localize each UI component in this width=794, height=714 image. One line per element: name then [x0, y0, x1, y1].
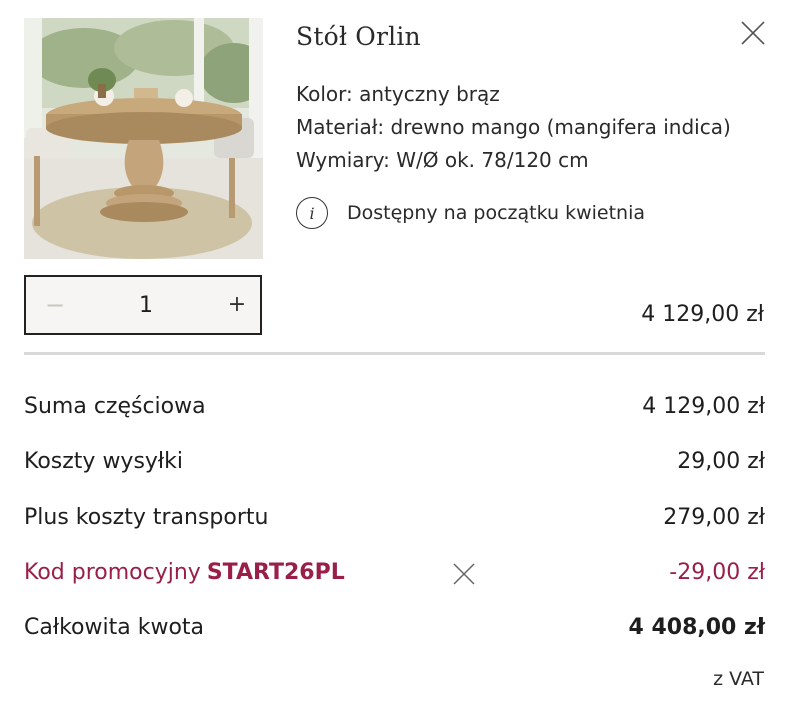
availability-notice: i Dostępny na początku kwietnia — [296, 196, 645, 230]
subtotal-row: Suma częściowa 4 129,00 zł — [24, 394, 765, 426]
shipping-row: Koszty wysyłki 29,00 zł — [24, 449, 765, 481]
line-item-price: 4 129,00 zł — [641, 302, 764, 327]
info-icon: i — [296, 197, 328, 229]
close-icon[interactable] — [738, 18, 768, 48]
product-title[interactable]: Stół Orlin — [296, 22, 421, 51]
table-photo-icon — [24, 18, 263, 259]
promo-label: Kod promocyjny START26PL — [24, 560, 345, 585]
subtotal-label: Suma częściowa — [24, 394, 206, 419]
subtotal-value: 4 129,00 zł — [642, 394, 765, 419]
availability-text: Dostępny na początku kwietnia — [347, 202, 646, 224]
divider — [24, 352, 765, 355]
shipping-label: Koszty wysyłki — [24, 449, 184, 474]
increase-quantity-button[interactable]: + — [222, 290, 252, 320]
total-value: 4 408,00 zł — [628, 615, 766, 640]
remove-promo-icon[interactable] — [450, 560, 478, 588]
product-image — [24, 18, 263, 259]
promo-value: -29,00 zł — [669, 560, 765, 585]
quantity-input[interactable] — [116, 289, 176, 321]
promo-row: Kod promocyjny START26PL -29,00 zł — [24, 560, 765, 592]
promo-code: START26PL — [206, 560, 345, 585]
transport-value: 279,00 zł — [663, 505, 765, 530]
vat-note: z VAT — [713, 668, 764, 690]
product-color: Kolor: antyczny brąz — [296, 82, 500, 106]
total-row: Całkowita kwota 4 408,00 zł — [24, 615, 765, 647]
total-label: Całkowita kwota — [24, 615, 205, 640]
transport-label: Plus koszty transportu — [24, 505, 269, 530]
promo-label-text: Kod promocyjny — [24, 560, 201, 585]
quantity-stepper: − + — [24, 275, 262, 335]
product-dimensions: Wymiary: W/Ø ok. 78/120 cm — [296, 148, 589, 172]
decrease-quantity-button[interactable]: − — [40, 290, 70, 320]
transport-row: Plus koszty transportu 279,00 zł — [24, 505, 765, 537]
product-material: Materiał: drewno mango (mangifera indica… — [296, 115, 731, 139]
shipping-value: 29,00 zł — [677, 449, 765, 474]
